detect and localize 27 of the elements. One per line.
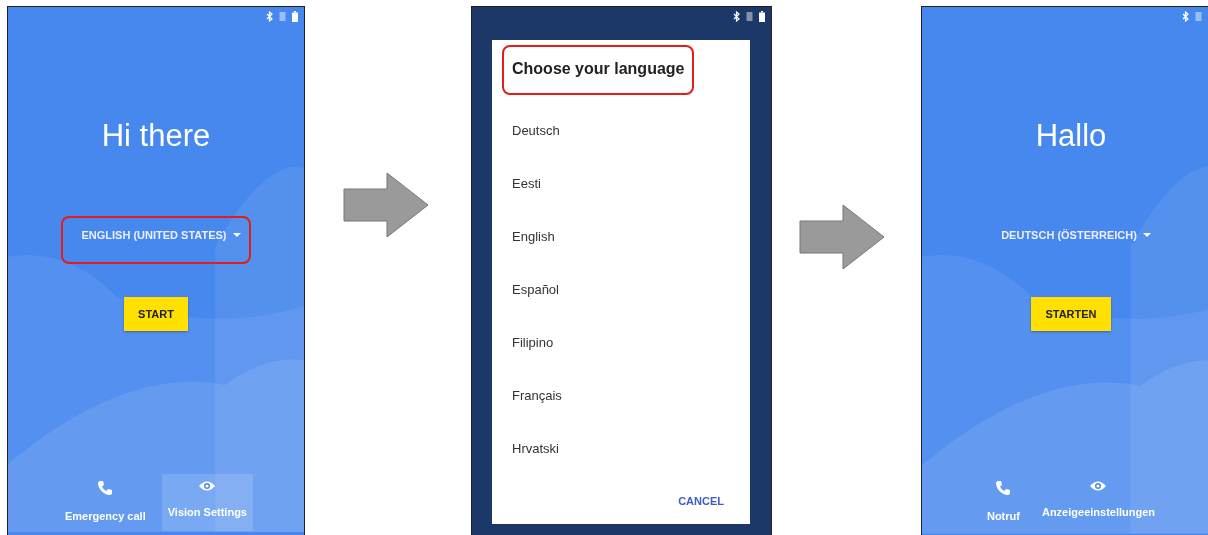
caret-icon xyxy=(232,233,241,238)
language-option[interactable]: Français xyxy=(502,369,738,423)
language-option[interactable]: English xyxy=(502,210,738,264)
start-button[interactable]: STARTEN xyxy=(1031,296,1111,332)
eye-icon xyxy=(1089,479,1108,492)
greeting-title: Hi there xyxy=(101,119,211,154)
language-option[interactable]: Español xyxy=(502,263,738,317)
language-option[interactable]: Deutsch xyxy=(502,104,738,158)
bluetooth-icon xyxy=(733,11,740,22)
phone-icon xyxy=(995,479,1012,496)
greeting-title: Hallo xyxy=(1035,119,1107,154)
caret-icon xyxy=(1142,233,1151,238)
phone-icon xyxy=(97,479,114,496)
bluetooth-icon xyxy=(1182,11,1189,22)
language-option[interactable]: Eesti xyxy=(502,157,738,211)
sim-card-icon xyxy=(279,11,286,22)
dialog-title: Choose your language xyxy=(502,45,695,96)
battery-icon xyxy=(759,11,765,22)
sim-card-icon xyxy=(1195,11,1202,22)
cancel-button[interactable]: CANCEL xyxy=(672,491,730,510)
language-option[interactable]: Filipino xyxy=(502,316,738,370)
sim-card-icon xyxy=(746,11,753,22)
bluetooth-icon xyxy=(266,11,273,22)
battery-icon xyxy=(292,11,298,22)
start-button[interactable]: START xyxy=(124,296,188,332)
eye-icon xyxy=(198,479,217,492)
language-option[interactable]: Hrvatski xyxy=(502,422,738,476)
